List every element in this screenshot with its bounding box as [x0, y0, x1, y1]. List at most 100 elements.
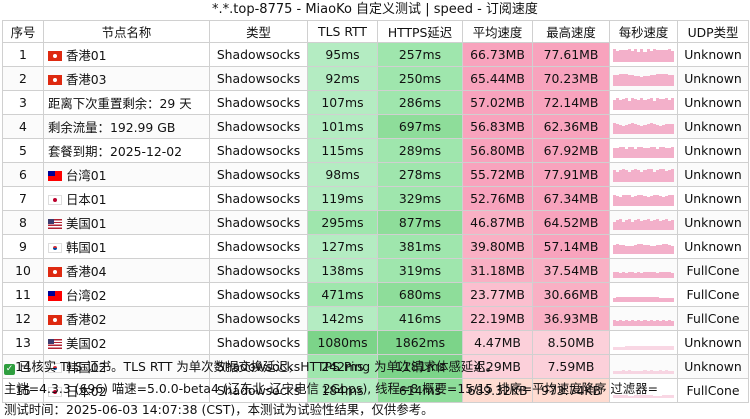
flag-hk-icon	[48, 314, 62, 325]
max-speed: 77.91MB	[532, 162, 610, 187]
header-udp-type: UDP类型	[677, 20, 749, 43]
max-speed: 57.14MB	[532, 234, 610, 259]
header-type: 类型	[209, 20, 308, 43]
flag-jp-icon	[48, 194, 62, 205]
udp-type: Unknown	[677, 186, 749, 211]
node-name-cell: 距离下次重置剩余：29 天	[43, 90, 210, 115]
footer-line-info: 主端=4.3.3 (696) 喵速=5.0.0-beta4 (辽东北-辽宁电信 …	[4, 381, 658, 396]
table-row: 10 香港04 Shadowsocks 138ms 319ms 31.18MB 37.54M…	[2, 258, 749, 283]
node-type: Shadowsocks	[209, 42, 308, 67]
node-type: Shadowsocks	[209, 210, 308, 235]
tls-rtt: 115ms	[307, 138, 378, 163]
per-second-speed-sparkline	[609, 162, 678, 187]
udp-type: Unknown	[677, 162, 749, 187]
node-name-cell: 剩余流量：192.99 GB	[43, 114, 210, 139]
per-second-speed-sparkline	[609, 90, 678, 115]
max-speed: 67.34MB	[532, 186, 610, 211]
sparkline-bar	[670, 246, 674, 254]
tls-rtt: 101ms	[307, 114, 378, 139]
max-speed: 67.92MB	[532, 138, 610, 163]
node-name: 韩国01	[66, 239, 107, 255]
flag-us-icon	[48, 338, 62, 349]
max-speed: 77.61MB	[532, 42, 610, 67]
flag-hk-icon	[48, 266, 62, 277]
tls-rtt: 1080ms	[307, 330, 378, 355]
sparkline-bar	[670, 147, 674, 158]
table-row: 5 套餐到期：2025-12-02 Shadowsocks 115ms 289ms 56.…	[2, 138, 749, 163]
node-name: 距离下次重置剩余：29 天	[48, 95, 192, 111]
header-max-speed: 最高速度	[532, 20, 610, 43]
tls-rtt: 471ms	[307, 282, 378, 307]
tls-rtt: 127ms	[307, 234, 378, 259]
sparkline-bar	[670, 75, 674, 86]
row-index: 5	[2, 138, 44, 163]
node-name-cell: 日本01	[43, 186, 210, 211]
node-type: Shadowsocks	[209, 330, 308, 355]
node-name-cell: 美国01	[43, 210, 210, 235]
checkmark-icon: ✓	[4, 364, 15, 375]
max-speed: 7.59MB	[532, 354, 610, 379]
https-latency: 381ms	[377, 234, 463, 259]
node-name-cell: 美国02	[43, 330, 210, 355]
node-name: 香港03	[66, 71, 107, 87]
node-name: 剩余流量：192.99 GB	[48, 119, 176, 135]
table-row: 8 美国01 Shadowsocks 295ms 877ms 46.87MB 64.52MB…	[2, 210, 749, 235]
per-second-speed-sparkline	[609, 114, 678, 139]
node-type: Shadowsocks	[209, 66, 308, 91]
avg-speed: 55.72MB	[462, 162, 533, 187]
avg-speed: 52.76MB	[462, 186, 533, 211]
per-second-speed-sparkline	[609, 282, 678, 307]
row-index: 12	[2, 306, 44, 331]
avg-speed: 57.02MB	[462, 90, 533, 115]
table-row: 12 香港02 Shadowsocks 142ms 416ms 22.19MB 36.93M…	[2, 306, 749, 331]
per-second-speed-sparkline	[609, 66, 678, 91]
node-name-cell: 香港01	[43, 42, 210, 67]
row-index: 7	[2, 186, 44, 211]
udp-type: Unknown	[677, 234, 749, 259]
https-latency: 1862ms	[377, 330, 463, 355]
max-speed: 62.36MB	[532, 114, 610, 139]
avg-speed: 31.18MB	[462, 258, 533, 283]
per-second-speed-sparkline	[609, 306, 678, 331]
row-index: 1	[2, 42, 44, 67]
max-speed: 30.66MB	[532, 282, 610, 307]
tls-rtt: 142ms	[307, 306, 378, 331]
node-name: 香港04	[66, 263, 107, 279]
row-index: 2	[2, 66, 44, 91]
flag-tw-icon	[48, 290, 62, 301]
udp-type: Unknown	[677, 138, 749, 163]
results-table: 序号 节点名称 类型 TLS RTT HTTPS延迟 平均速度 最高速度 每秒速…	[2, 20, 749, 403]
node-type: Shadowsocks	[209, 282, 308, 307]
header-https-latency: HTTPS延迟	[377, 20, 463, 43]
https-latency: 680ms	[377, 282, 463, 307]
node-name: 香港02	[66, 311, 107, 327]
row-index: 13	[2, 330, 44, 355]
tls-rtt: 119ms	[307, 186, 378, 211]
tls-rtt: 107ms	[307, 90, 378, 115]
flag-hk-icon	[48, 74, 62, 85]
max-speed: 70.23MB	[532, 66, 610, 91]
row-index: 8	[2, 210, 44, 235]
sparkline-bar	[670, 298, 674, 302]
row-index: 6	[2, 162, 44, 187]
avg-speed: 66.73MB	[462, 42, 533, 67]
row-index: 11	[2, 282, 44, 307]
sparkline-bar	[670, 273, 674, 278]
sparkline-bar	[670, 321, 674, 326]
max-speed: 37.54MB	[532, 258, 610, 283]
header-row: 序号 节点名称 类型 TLS RTT HTTPS延迟 平均速度 最高速度 每秒速…	[2, 20, 749, 43]
https-latency: 877ms	[377, 210, 463, 235]
per-second-speed-sparkline	[609, 186, 678, 211]
footer-line-time: 测试时间：2025-06-03 14:07:38 (CST)，本测试为试验性结果…	[4, 402, 434, 417]
table-row: 11 台湾02 Shadowsocks 471ms 680ms 23.77MB 30.66M…	[2, 282, 749, 307]
per-second-speed-sparkline	[609, 138, 678, 163]
udp-type: Unknown	[677, 90, 749, 115]
table-row: 3 距离下次重置剩余：29 天 Shadowsocks 107ms 286ms 57.02…	[2, 90, 749, 115]
node-name-cell: 香港04	[43, 258, 210, 283]
https-latency: 289ms	[377, 138, 463, 163]
flag-tw-icon	[48, 170, 62, 181]
tls-rtt: 138ms	[307, 258, 378, 283]
table-row: 4 剩余流量：192.99 GB Shadowsocks 101ms 697ms 56.8…	[2, 114, 749, 139]
table-row: 2 香港03 Shadowsocks 92ms 250ms 65.44MB 70.23MB U…	[2, 66, 749, 91]
max-speed: 36.93MB	[532, 306, 610, 331]
